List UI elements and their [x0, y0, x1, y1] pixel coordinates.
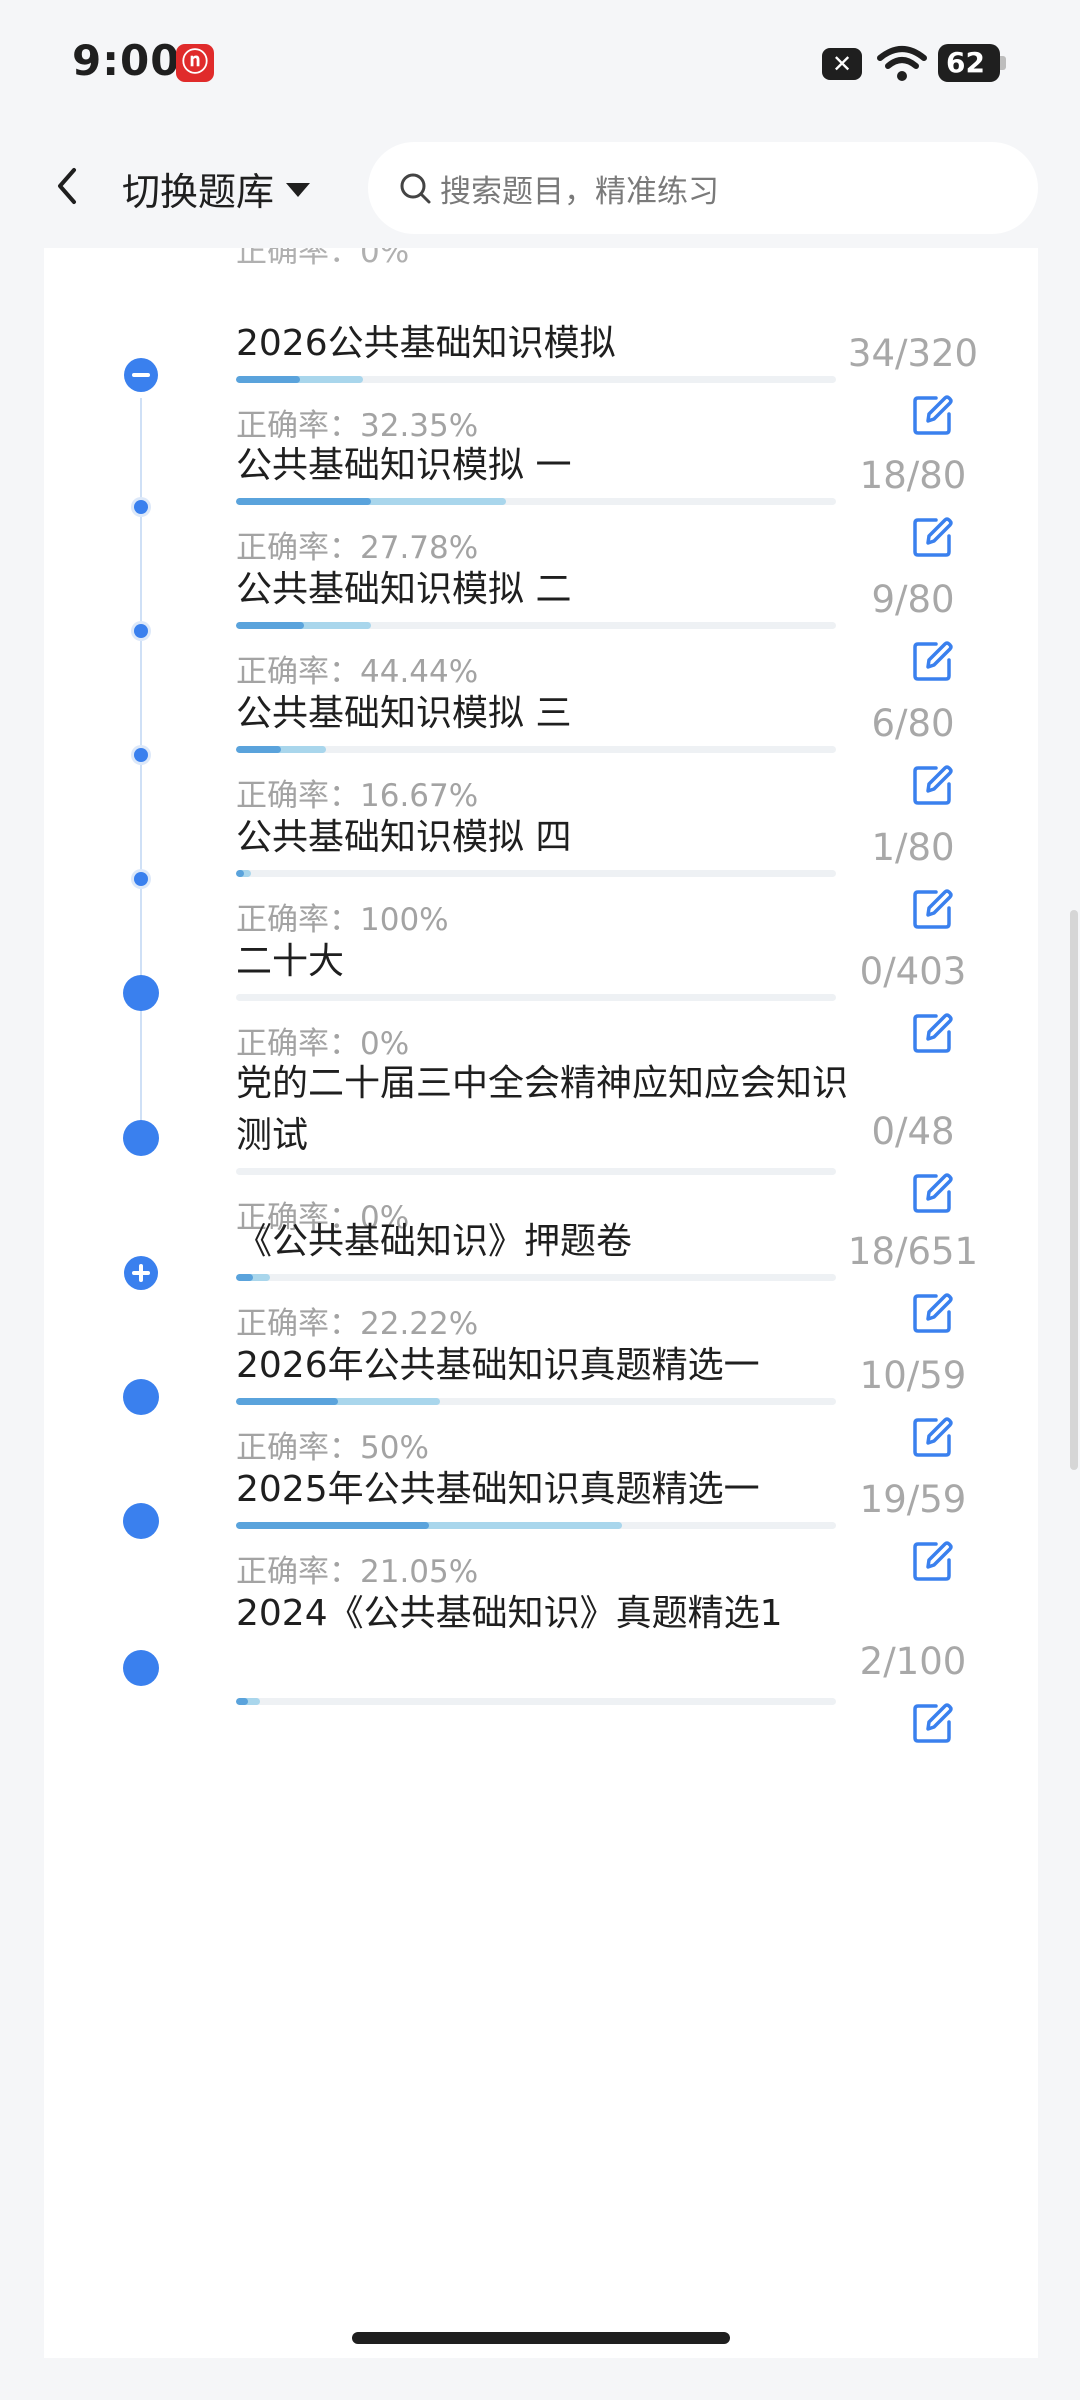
list-item[interactable]: 2026公共基础知识模拟 正确率：32.35% 34/320 [44, 318, 1038, 444]
accuracy-text: 正确率：16.67% [236, 778, 479, 814]
top-bar: 切换题库 搜索题目，精准练习 [0, 130, 1080, 250]
progress-count: 18/651 [847, 1230, 979, 1273]
progress-bar [236, 1398, 836, 1405]
edit-icon[interactable] [912, 1012, 954, 1054]
search-placeholder: 搜索题目，精准练习 [440, 173, 719, 210]
question-bank-list: 正确率：0% 2026公共基础知识模拟 正确率：32.35% 34/320 公共基础知… [44, 248, 1038, 2358]
timeline-node [123, 1503, 159, 1539]
progress-fill [236, 498, 371, 505]
battery-level: 62 [946, 46, 985, 79]
list-item[interactable]: 2024《公共基础知识》真题精选1 2/100 [44, 1588, 1038, 1746]
accuracy-text: 正确率：44.44% [236, 654, 479, 690]
progress-count: 9/80 [871, 578, 955, 621]
list-item[interactable]: 公共基础知识模拟 一正确率：27.78% 18/80 [44, 440, 1038, 566]
edit-icon[interactable] [912, 888, 954, 930]
progress-count: 34/320 [847, 332, 979, 375]
status-time: 9:00 [72, 36, 181, 85]
no-sim-icon: ✕ [822, 48, 862, 80]
expand-icon[interactable] [124, 1256, 158, 1290]
progress-bar [236, 746, 836, 753]
scrollbar[interactable] [1070, 910, 1078, 1470]
accuracy-text: 正确率：50% [236, 1430, 429, 1466]
accuracy-text: 正确率：0% [236, 1026, 410, 1062]
accuracy-text: 正确率：32.35% [236, 408, 479, 444]
edit-icon[interactable] [912, 1172, 954, 1214]
progress-fill [236, 622, 304, 629]
accuracy-text: 正确率：21.05% [236, 1554, 479, 1590]
netease-music-icon: ⓝ [176, 44, 214, 82]
progress-bar [236, 1522, 836, 1529]
list-item[interactable]: 公共基础知识模拟 三正确率：16.67% 6/80 [44, 688, 1038, 814]
progress-fill [236, 1522, 430, 1529]
edit-icon[interactable] [912, 1540, 954, 1582]
progress-bar [236, 622, 836, 629]
back-button[interactable] [40, 156, 100, 216]
edit-icon[interactable] [912, 1702, 954, 1744]
search-icon [400, 173, 431, 204]
edit-icon[interactable] [912, 516, 954, 558]
list-item[interactable]: 2025年公共基础知识真题精选一 正确率：21.05% 19/59 [44, 1464, 1038, 1590]
list-item[interactable]: 2026年公共基础知识真题精选一 正确率：50% 10/59 [44, 1340, 1038, 1466]
timeline-node [123, 1379, 159, 1415]
progress-fill [236, 746, 281, 753]
timeline-dot [134, 500, 148, 514]
timeline-dot [134, 872, 148, 886]
list-item[interactable]: 党的二十届三中全会精神应知应会知识测试 正确率：0% 0/48 [44, 1058, 1038, 1236]
edit-icon[interactable] [912, 394, 954, 436]
list-item[interactable]: 二十大 正确率：0% 0/403 [44, 936, 1038, 1062]
progress-bar [236, 994, 836, 1001]
progress-bar [236, 1168, 836, 1175]
progress-count: 0/403 [859, 950, 967, 993]
progress-fill [236, 1398, 338, 1405]
progress-fill [236, 376, 300, 383]
switch-bank-dropdown[interactable]: 切换题库 [122, 158, 311, 218]
list-item[interactable]: 公共基础知识模拟 二正确率：44.44% 9/80 [44, 564, 1038, 690]
collapse-icon[interactable] [124, 358, 158, 392]
progress-count: 19/59 [859, 1478, 967, 1521]
caret-down-icon [286, 183, 311, 197]
list-item[interactable]: 公共基础知识模拟 四正确率：100% 1/80 [44, 812, 1038, 938]
accuracy-text: 正确率：27.78% [236, 530, 479, 566]
accuracy-text: 正确率：22.22% [236, 1306, 479, 1342]
progress-count: 1/80 [871, 826, 955, 869]
progress-bar [236, 498, 836, 505]
status-bar: 9:00 ⓝ ✕ 62 [0, 0, 1080, 130]
edit-icon[interactable] [912, 764, 954, 806]
edit-icon[interactable] [912, 640, 954, 682]
wifi-icon [877, 46, 927, 81]
switch-bank-label: 切换题库 [122, 169, 275, 214]
search-input[interactable]: 搜索题目，精准练习 [368, 142, 1038, 234]
progress-bar [236, 1274, 836, 1281]
timeline-node [123, 975, 159, 1011]
progress-count: 2/100 [859, 1640, 967, 1683]
progress-count: 10/59 [859, 1354, 967, 1397]
progress-count: 18/80 [859, 454, 967, 497]
edit-icon[interactable] [912, 1292, 954, 1334]
timeline-dot [134, 624, 148, 638]
progress-bar [236, 1698, 836, 1705]
battery-icon: 62 [938, 44, 1006, 82]
progress-count: 6/80 [871, 702, 955, 745]
accuracy-text: 正确率：100% [236, 902, 449, 938]
home-indicator[interactable] [352, 2332, 730, 2344]
timeline-node [123, 1650, 159, 1686]
partial-accuracy-text: 正确率：0% [236, 248, 410, 270]
list-item[interactable]: 《公共基础知识》押题卷 正确率：22.22% 18/651 [44, 1216, 1038, 1342]
progress-bar [236, 870, 836, 877]
progress-fill [236, 1274, 253, 1281]
item-title: 2024《公共基础知识》真题精选1 [236, 1593, 783, 1634]
edit-icon[interactable] [912, 1416, 954, 1458]
timeline-dot [134, 748, 148, 762]
progress-bar [236, 376, 836, 383]
timeline-node [123, 1120, 159, 1156]
progress-fill [236, 1698, 248, 1705]
progress-fill [236, 870, 244, 877]
progress-count: 0/48 [871, 1110, 955, 1153]
